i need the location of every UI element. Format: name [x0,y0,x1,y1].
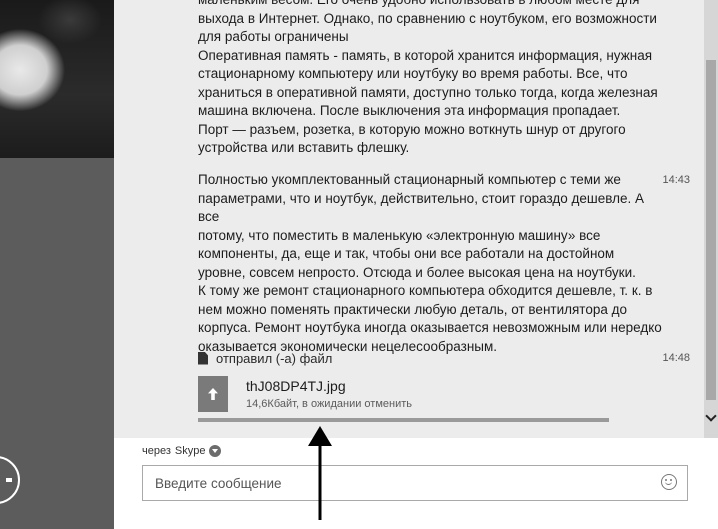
message-line: нем можно поменять практически любую дет… [198,301,628,317]
message-line: машина включена. После выключения эта ин… [198,103,621,118]
file-timestamp: 14:48 [662,352,690,364]
message-line: потому, что поместить в маленькую «элект… [198,227,601,243]
cancel-transfer-link[interactable]: отменить [364,398,412,410]
call-button[interactable] [0,456,20,504]
compose-area: через Skype [114,438,718,529]
scrollbar-thumb[interactable] [706,60,716,400]
message-input[interactable] [143,466,667,500]
file-status-text: 14,6Кбайт, в ожидании [246,398,362,410]
annotation-arrow [308,426,332,520]
file-sent-notice: отправил (-а) файл [198,349,332,367]
chat-scrollbar[interactable] [704,0,718,438]
message-line: для работы ограничены [198,29,349,44]
send-via-selector[interactable]: через Skype [142,445,222,457]
left-panel [0,0,114,529]
file-thumbnail [198,376,228,412]
message-timestamp: 14:43 [662,174,690,186]
document-icon [198,351,208,365]
scroll-down-icon[interactable] [705,410,717,422]
chat-history: маленьким весом. Его очень удобно исполь… [114,0,704,438]
message-line: устройства или вставить флешку. [198,140,410,155]
message-line: маленьким весом. Его очень удобно исполь… [198,0,668,10]
file-sent-label: отправил (-а) файл [216,350,333,366]
message-line: Полностью укомплектованный стационарный … [198,172,621,187]
message-line: корпуса. Ремонт ноутбука иногда оказывае… [198,320,662,335]
message-input-box[interactable] [142,465,688,501]
message-line: компоненты, да, еще и так, чтобы они все… [198,246,615,261]
message-line: выхода в Интернет. Однако, по сравнению … [198,10,657,26]
call-icon [6,478,12,482]
message-line: храниться в оперативной памяти, доступно… [198,84,658,100]
chat-message: маленьким весом. Его очень удобно исполь… [198,0,668,158]
via-service: Skype [174,445,206,457]
chevron-down-icon[interactable] [209,445,222,457]
file-status: 14,6Кбайт, в ожидании отменить [246,398,412,410]
file-progress-bar [198,418,609,422]
upload-icon [208,388,218,400]
contact-photo [0,0,114,158]
via-prefix: через [142,445,171,457]
file-name: thJ08DP4TJ.jpg [246,378,346,394]
message-line: стационарному компьютеру или ноутбуку во… [198,66,628,81]
message-line: К тому же ремонт стационарного компьютер… [198,283,653,298]
message-line: Порт — разъем, розетка, в которую можно … [198,121,626,137]
message-line: Оперативная память - память, в которой х… [198,47,653,63]
message-line: параметрами, что и ноутбук, действительн… [198,190,644,225]
chat-message: Полностью укомплектованный стационарный … [198,171,668,356]
file-transfer-card[interactable]: thJ08DP4TJ.jpg 14,6Кбайт, в ожидании отм… [198,374,609,414]
smiley-icon[interactable] [661,474,677,490]
message-line: уровне, совсем непросто. Отсюда и более … [198,264,636,280]
